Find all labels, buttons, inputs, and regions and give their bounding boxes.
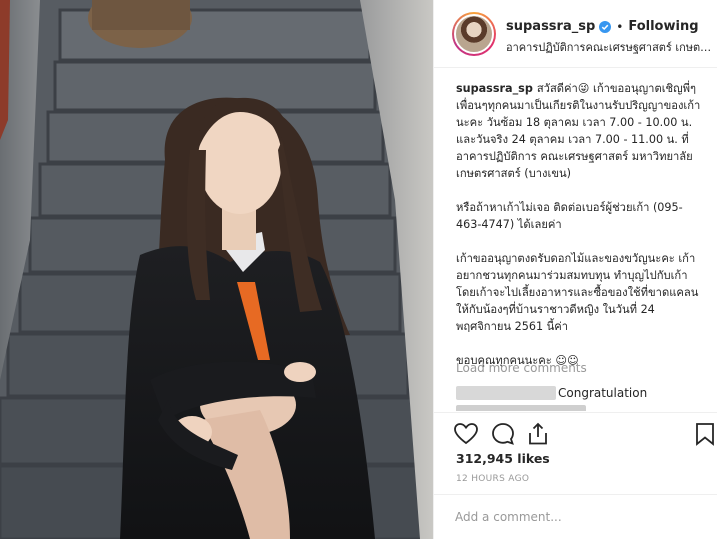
share-icon[interactable] [525, 421, 551, 447]
photo-illustration [0, 0, 433, 539]
post-sidebar: supassra_sp • Following อาคารปฏิบัติการค… [433, 0, 717, 539]
caption-paragraph-2: หรือถ้าหาเก้าไม่เจอ ติดต่อเบอร์ผู้ช่วยเก… [456, 201, 683, 231]
username-row: supassra_sp • Following [506, 19, 699, 34]
caption: supassra_sp สวัสดีค่า😜 เก้าขออนุญาตเชิญพี… [456, 80, 706, 369]
separator-dot: • [616, 19, 624, 34]
comment-username-redacted[interactable] [456, 386, 556, 400]
verified-badge-icon [599, 20, 612, 33]
load-more-comments-button[interactable]: Load more comments [456, 361, 587, 375]
header-username[interactable]: supassra_sp [506, 19, 595, 34]
location-link[interactable]: อาคารปฏิบัติการคณะเศรษฐศาสตร์ เกษตรศาสตร… [506, 38, 712, 56]
post-photo[interactable] [0, 0, 433, 539]
heart-icon[interactable] [453, 421, 479, 447]
following-button[interactable]: Following [628, 19, 698, 34]
post-header: supassra_sp • Following อาคารปฏิบัติการค… [434, 0, 717, 68]
likes-count[interactable]: 312,945 likes [456, 451, 550, 466]
caption-paragraph-3: เก้าขออนุญาตงดรับดอกไม้และของขวัญนะคะ เก… [456, 252, 699, 333]
comment-item: Congratulation [456, 384, 706, 402]
add-comment-input[interactable] [455, 507, 695, 527]
bookmark-icon[interactable] [692, 421, 717, 447]
avatar[interactable] [452, 12, 496, 56]
comment-item-partial [456, 405, 676, 411]
caption-text-1: สวัสดีค่า😜 เก้าขออนุญาตเชิญพี่ๆเพื่อนๆทุ… [456, 82, 701, 180]
post-timestamp[interactable]: 12 HOURS AGO [456, 474, 529, 484]
add-comment-bar [434, 494, 717, 539]
comment-text: Congratulation [558, 386, 648, 400]
comment-redacted [456, 405, 586, 411]
comment-icon[interactable] [490, 421, 516, 447]
caption-paragraph-1: supassra_sp สวัสดีค่า😜 เก้าขออนุญาตเชิญพี… [456, 80, 706, 182]
caption-username[interactable]: supassra_sp [456, 82, 533, 95]
action-bar [434, 412, 717, 452]
